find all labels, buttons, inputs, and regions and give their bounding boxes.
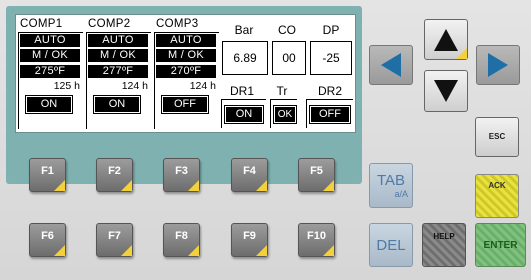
arrow-up-icon: [434, 28, 458, 51]
arrow-left-icon: [381, 53, 401, 77]
comp3-hours: 124 h: [189, 80, 216, 92]
key-corner-icon: [256, 245, 267, 256]
comp1-mode: AUTO: [20, 34, 80, 47]
comp1-temp: 275ºF: [20, 65, 80, 78]
delete-button[interactable]: DEL: [369, 223, 413, 267]
ack-button[interactable]: ACK: [475, 174, 519, 218]
key-corner-icon: [188, 180, 199, 191]
comp3-temp: 270ºF: [156, 65, 216, 78]
f5-label: F5: [310, 165, 323, 177]
esc-button[interactable]: ESC: [475, 117, 519, 157]
f4-label: F4: [243, 165, 256, 177]
f3-key[interactable]: F3: [163, 158, 200, 192]
f6-label: F6: [41, 230, 54, 242]
tab-sublabel: a/A: [394, 189, 408, 199]
key-corner-icon: [188, 245, 199, 256]
arrow-right-icon: [488, 53, 508, 77]
f3-label: F3: [175, 165, 188, 177]
down-arrow-button[interactable]: [424, 70, 468, 112]
display-screen: COMP1 AUTO M / OK 275ºF 125 h ON COMP2 A…: [15, 14, 356, 133]
f1-label: F1: [41, 165, 54, 177]
f9-label: F9: [243, 230, 256, 242]
f4-key[interactable]: F4: [231, 158, 268, 192]
dr2-label: DR2: [317, 84, 342, 98]
f1-key[interactable]: F1: [29, 158, 66, 192]
dr2-value[interactable]: OFF: [309, 105, 351, 124]
f2-key[interactable]: F2: [96, 158, 133, 192]
f7-label: F7: [108, 230, 121, 242]
f9-key[interactable]: F9: [231, 223, 268, 257]
comp2-hours: 124 h: [121, 80, 148, 92]
f5-key[interactable]: F5: [298, 158, 335, 192]
key-corner-icon: [456, 48, 467, 59]
f2-label: F2: [108, 165, 121, 177]
comp3-status: M / OK: [156, 49, 216, 62]
comp1-state[interactable]: ON: [25, 95, 73, 114]
comp3-mode: AUTO: [156, 34, 216, 47]
tr-label: Tr: [276, 84, 288, 98]
co-value: 00: [272, 41, 306, 75]
dr1-label: DR1: [229, 84, 254, 98]
key-corner-icon: [256, 180, 267, 191]
comp3-title: COMP3: [156, 18, 199, 30]
tab-label: TAB: [376, 172, 406, 189]
f8-key[interactable]: F8: [163, 223, 200, 257]
comp3-state[interactable]: OFF: [161, 95, 209, 114]
tab-button[interactable]: TAB a/A: [369, 163, 413, 208]
f10-label: F10: [307, 230, 326, 242]
comp2-status: M / OK: [88, 49, 148, 62]
key-corner-icon: [121, 245, 132, 256]
comp2-mode: AUTO: [88, 34, 148, 47]
dp-label: DP: [322, 23, 340, 37]
dp-value: -25: [310, 41, 352, 75]
comp2-temp: 277ºF: [88, 65, 148, 78]
f8-label: F8: [175, 230, 188, 242]
tr-value[interactable]: OK: [273, 105, 297, 124]
comp1-status: M / OK: [20, 49, 80, 62]
comp2-state[interactable]: ON: [93, 95, 141, 114]
comp1-title: COMP1: [20, 18, 63, 30]
f7-key[interactable]: F7: [96, 223, 133, 257]
help-button[interactable]: HELP: [422, 223, 466, 267]
co-label: CO: [278, 23, 296, 37]
comp2-title: COMP2: [88, 18, 131, 30]
key-corner-icon: [121, 180, 132, 191]
bar-label: Bar: [234, 23, 254, 37]
key-corner-icon: [54, 245, 65, 256]
key-corner-icon: [323, 180, 334, 191]
up-arrow-button[interactable]: [424, 19, 468, 60]
left-arrow-button[interactable]: [369, 45, 413, 85]
f10-key[interactable]: F10: [298, 223, 335, 257]
arrow-down-icon: [434, 80, 458, 102]
enter-button[interactable]: ENTER: [475, 223, 526, 267]
bar-value: 6.89: [222, 41, 268, 75]
comp1-hours: 125 h: [53, 80, 80, 92]
right-arrow-button[interactable]: [476, 45, 520, 85]
key-corner-icon: [323, 245, 334, 256]
dr1-value[interactable]: ON: [224, 105, 264, 124]
key-corner-icon: [54, 180, 65, 191]
f6-key[interactable]: F6: [29, 223, 66, 257]
